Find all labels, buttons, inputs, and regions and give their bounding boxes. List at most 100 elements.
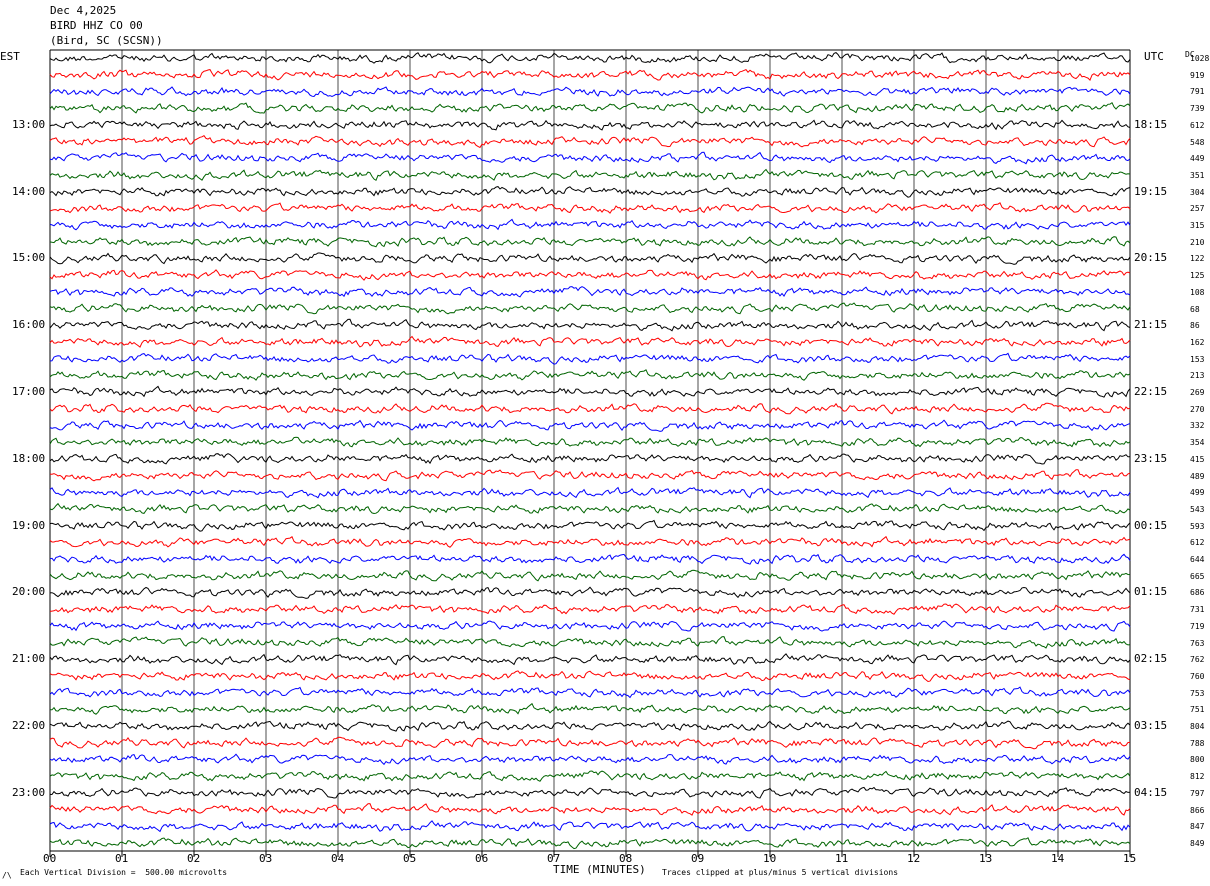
est-hour-label: 23:00: [12, 785, 46, 799]
seismic-trace: [49, 335, 1131, 348]
dc-offset-value: 665: [1190, 571, 1205, 581]
utc-hour-label: 21:15: [1134, 318, 1168, 332]
seismic-trace: [49, 770, 1131, 782]
seismic-trace: [49, 469, 1131, 482]
dc-offset-value: 162: [1190, 337, 1205, 347]
seismic-trace: [49, 753, 1131, 766]
seismic-trace: [49, 369, 1131, 381]
dc-offset-value: 763: [1190, 638, 1205, 648]
dc-offset-value: 270: [1190, 404, 1205, 414]
dc-offset-value: 354: [1190, 438, 1205, 448]
seismic-trace: [49, 569, 1131, 582]
dc-offset-value: 812: [1190, 772, 1205, 782]
dc-offset-value: 449: [1190, 154, 1205, 164]
dc-offset-value: 788: [1190, 738, 1205, 748]
seismic-trace: [49, 670, 1131, 683]
seismic-trace: [49, 636, 1131, 649]
seismic-trace: [49, 837, 1131, 850]
dc-offset-value: 800: [1190, 755, 1205, 765]
seismic-trace: [49, 402, 1131, 415]
seismic-trace: [49, 218, 1131, 231]
dc-offset-value: 257: [1190, 204, 1205, 214]
dc-offset-value: 489: [1190, 471, 1205, 481]
dc-offset-value: 86: [1190, 321, 1200, 331]
dc-offset-value: 304: [1190, 187, 1205, 197]
seismic-trace: [49, 52, 1131, 64]
seismic-trace: [49, 236, 1131, 248]
dc-offset-value: 919: [1190, 70, 1205, 80]
seismic-trace: [49, 620, 1131, 632]
clipping-note: Traces clipped at plus/minus 5 vertical …: [662, 868, 899, 877]
dc-offset-value: 213: [1190, 371, 1205, 381]
utc-hour-label: 04:15: [1134, 785, 1168, 799]
x-tick-label: 15: [1123, 852, 1137, 865]
dc-offset-value: 847: [1190, 822, 1205, 832]
dc-offset-value: 849: [1190, 839, 1205, 848]
x-tick-label: 12: [907, 852, 921, 865]
dc-offset-value: 739: [1190, 104, 1205, 114]
est-hour-label: 21:00: [12, 652, 46, 666]
utc-hour-label: 03:15: [1134, 719, 1168, 733]
dc-offset-value: 612: [1190, 120, 1205, 130]
est-hour-label: 16:00: [12, 318, 46, 332]
est-hour-label: 17:00: [12, 385, 46, 399]
est-hour-label: 19:00: [12, 518, 46, 532]
seismic-trace: [49, 286, 1131, 298]
seismic-trace: [49, 252, 1131, 265]
dc-offset-value: 125: [1190, 271, 1205, 281]
dc-offset-value: 499: [1190, 488, 1205, 498]
seismic-trace: [49, 553, 1131, 565]
dc-offset-value: 332: [1190, 421, 1205, 431]
x-tick-label: 01: [115, 852, 129, 865]
seismic-trace: [49, 519, 1131, 532]
x-tick-label: 05: [403, 852, 417, 865]
seismic-trace: [49, 318, 1131, 332]
seismic-trace: [49, 820, 1131, 833]
dc-offset-value: 751: [1190, 705, 1205, 715]
x-tick-label: 06: [475, 852, 489, 865]
seismic-trace: [49, 68, 1131, 81]
seismic-trace: [49, 151, 1131, 165]
dc-offset-value: 791: [1190, 87, 1205, 97]
seismic-trace: [49, 486, 1131, 499]
seismic-trace: [49, 603, 1131, 615]
dc-offset-value: 269: [1190, 388, 1205, 398]
seismic-trace: [49, 101, 1131, 114]
seismic-trace: [49, 453, 1131, 465]
x-tick-label: 10: [763, 852, 777, 865]
dc-offset-value: 122: [1190, 254, 1205, 264]
x-tick-label: 00: [43, 852, 57, 865]
x-tick-label: 03: [259, 852, 273, 865]
dc-offset-value: 153: [1190, 354, 1205, 364]
x-tick-label: 11: [835, 852, 849, 865]
est-hour-label: 15:00: [12, 251, 46, 265]
seismic-trace: [49, 686, 1131, 699]
utc-hour-label: 19:15: [1134, 184, 1168, 198]
x-tick-label: 09: [691, 852, 705, 865]
dc-offset-value: 762: [1190, 655, 1205, 665]
seismic-trace: [49, 736, 1131, 750]
seismic-trace: [49, 269, 1131, 281]
seismic-trace: [49, 720, 1131, 732]
utc-hour-label: 20:15: [1134, 251, 1168, 265]
dc-offset-value: 68: [1190, 304, 1200, 314]
dc-offset-value: 753: [1190, 688, 1205, 698]
seismic-trace: [49, 786, 1131, 799]
seismogram-plot: [49, 49, 1131, 857]
seismic-trace: [49, 119, 1131, 131]
dc-offset-value: 866: [1190, 805, 1205, 815]
seismic-trace: [49, 702, 1131, 715]
x-tick-label: 04: [331, 852, 345, 865]
dc-offset-value: 719: [1190, 621, 1205, 631]
seismic-trace: [49, 302, 1131, 315]
seismic-trace: [49, 586, 1131, 599]
dc-offset-value: 315: [1190, 221, 1205, 231]
x-tick-label: 13: [979, 852, 993, 865]
dc-offset-value: 415: [1190, 454, 1205, 464]
seismic-trace: [49, 168, 1131, 182]
seismic-trace: [49, 86, 1131, 98]
seismic-trace: [49, 135, 1131, 149]
dc-offset-value: 804: [1190, 722, 1205, 732]
seismic-trace: [49, 352, 1131, 365]
dc-offset-value: 593: [1190, 521, 1205, 531]
